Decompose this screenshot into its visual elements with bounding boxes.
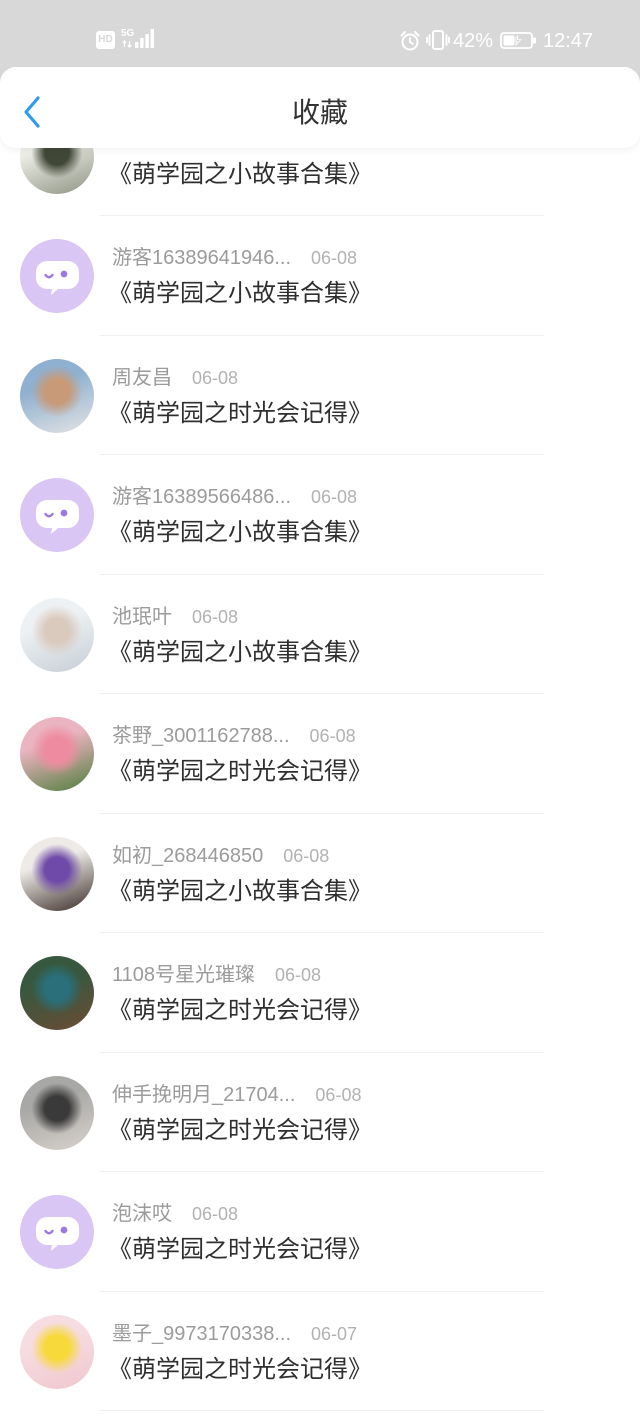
favorite-date: 06-08 [192, 367, 239, 388]
item-meta: 1108号星光璀璨 06-08 [112, 962, 321, 988]
story-title: 《萌学园之小故事合集》 [108, 519, 372, 546]
hd-icon: HD [96, 31, 115, 49]
story-title: 《萌学园之小故事合集》 [108, 160, 372, 188]
signal-icon [135, 29, 154, 48]
user-name: 墨子_9973170338... [112, 1322, 292, 1345]
user-name: 泡沫哎 [112, 1203, 172, 1225]
favorite-item[interactable]: 伸手挽明月_21704... 06-08 《萌学园之时光会记得》 [0, 1053, 640, 1173]
user-name: 1108号星光璀璨 [112, 964, 256, 986]
user-avatar[interactable] [20, 956, 94, 1030]
story-title: 《萌学园之小故事合集》 [108, 877, 372, 905]
battery-percent: 42% [453, 30, 494, 52]
item-meta: 池珉叶 06-08 [112, 604, 238, 630]
clock-time: 12:47 [543, 30, 594, 52]
story-title: 《萌学园之时光会记得》 [108, 758, 372, 785]
default-avatar-icon [20, 239, 94, 313]
user-name: 池珉叶 [112, 605, 172, 628]
favorite-date: 06-08 [311, 248, 358, 268]
user-avatar[interactable] [20, 358, 94, 433]
favorite-date: 06-07 [311, 1323, 358, 1344]
user-name: 如初_268446850 [112, 844, 264, 867]
user-name: 伸手挽明月_21704... [112, 1083, 296, 1106]
favorite-item[interactable]: 墨子_9973170338... 06-07 《萌学园之时光会记得》 [0, 1292, 640, 1412]
favorite-item[interactable]: 游客16389641946... 06-08 《萌学园之小故事合集》 [0, 216, 640, 336]
favorite-item[interactable]: 周友昌 06-08 《萌学园之时光会记得》 [0, 336, 640, 456]
user-avatar[interactable] [20, 597, 94, 672]
user-avatar[interactable] [20, 1075, 94, 1150]
item-meta: 茶野_3001162788... 06-08 [112, 723, 356, 749]
header: 收藏 [0, 67, 640, 148]
favorite-item[interactable]: 如初_268446850 06-08 《萌学园之小故事合集》 [0, 814, 640, 934]
user-avatar[interactable] [20, 717, 94, 791]
favorite-item[interactable]: 茶野_3001162788... 06-08 《萌学园之时光会记得》 [0, 694, 640, 814]
item-meta: 周友昌 06-08 [112, 365, 238, 391]
favorite-item[interactable]: 泡沫哎 06-08 《萌学园之时光会记得》 [0, 1172, 640, 1292]
story-title: 《萌学园之时光会记得》 [108, 1116, 372, 1144]
item-meta: 泡沫哎 06-08 [112, 1201, 238, 1227]
story-title: 《萌学园之时光会记得》 [108, 399, 372, 427]
story-title: 《萌学园之小故事合集》 [108, 638, 372, 666]
user-name: 茶野_3001162788... [112, 725, 290, 747]
vibrate-icon [426, 30, 450, 50]
battery-charging-icon [500, 32, 536, 49]
user-avatar[interactable] [20, 478, 94, 552]
user-avatar[interactable] [20, 836, 94, 911]
favorite-date: 06-08 [275, 965, 322, 985]
item-meta: 伸手挽明月_21704... 06-08 [112, 1082, 361, 1108]
user-name: 周友昌 [112, 366, 172, 389]
favorite-date: 06-08 [283, 845, 330, 866]
alarm-icon [400, 31, 420, 51]
default-avatar-icon [20, 478, 94, 552]
favorite-date: 06-08 [311, 487, 358, 507]
user-name: 游客16389641946... [112, 247, 292, 269]
battery-level [503, 35, 515, 46]
story-title: 《萌学园之时光会记得》 [108, 1355, 372, 1383]
page-title: 收藏 [291, 97, 348, 128]
user-avatar[interactable] [20, 1195, 94, 1269]
story-title: 《萌学园之时光会记得》 [108, 1236, 372, 1263]
favorite-date: 06-08 [315, 1084, 362, 1105]
favorite-date: 06-08 [192, 606, 239, 627]
story-title: 《萌学园之时光会记得》 [108, 997, 372, 1024]
item-meta: 游客16389641946... 06-08 [112, 245, 357, 271]
favorite-item[interactable]: 1108号星光璀璨 06-08 《萌学园之时光会记得》 [0, 933, 640, 1053]
favorites-list: 《萌学园之小故事合集》 游客16389641946... 06-08 《萌学园之… [0, 97, 640, 1412]
favorite-date: 06-08 [309, 726, 356, 746]
item-meta: 游客16389566486... 06-08 [112, 484, 357, 510]
item-meta: 墨子_9973170338... 06-07 [112, 1321, 357, 1347]
user-avatar[interactable] [20, 239, 94, 313]
user-avatar[interactable] [20, 1314, 94, 1389]
data-arrows-icon [122, 40, 132, 48]
favorite-item[interactable]: 游客16389566486... 06-08 《萌学园之小故事合集》 [0, 455, 640, 575]
story-title: 《萌学园之小故事合集》 [108, 280, 372, 307]
favorite-date: 06-08 [192, 1204, 239, 1224]
default-avatar-icon [20, 1195, 94, 1269]
user-name: 游客16389566486... [112, 486, 292, 508]
network-label: 5G [121, 28, 135, 39]
favorite-item[interactable]: 池珉叶 06-08 《萌学园之小故事合集》 [0, 575, 640, 695]
item-meta: 如初_268446850 06-08 [112, 843, 329, 869]
